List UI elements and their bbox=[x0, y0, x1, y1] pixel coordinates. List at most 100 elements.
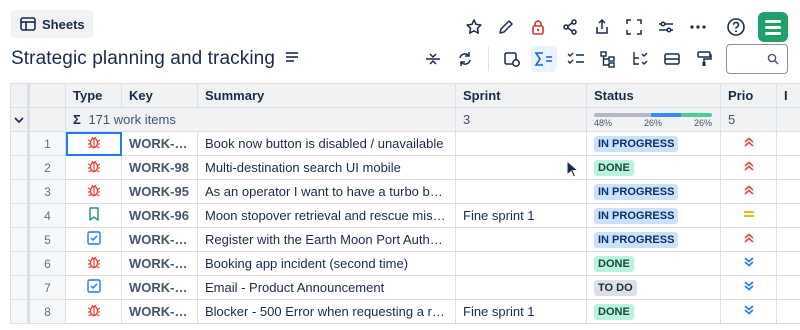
row-number[interactable]: 6 bbox=[28, 251, 66, 276]
row-number[interactable]: 5 bbox=[28, 227, 66, 252]
table-row[interactable]: 6 WORK-112 Booking app incident (second … bbox=[10, 251, 800, 276]
star-icon[interactable] bbox=[462, 15, 486, 39]
help-icon[interactable] bbox=[724, 15, 748, 39]
status-cell[interactable]: TO DO bbox=[586, 275, 721, 300]
settings-sliders-icon[interactable] bbox=[654, 15, 678, 39]
row-drag-handle[interactable] bbox=[10, 299, 30, 324]
sprint-cell[interactable]: Fine sprint 1 bbox=[455, 203, 587, 228]
column-header-status[interactable]: Status bbox=[586, 83, 721, 108]
key-cell[interactable]: WORK-106 bbox=[121, 131, 198, 156]
overflow-cell[interactable] bbox=[776, 179, 800, 204]
overflow-cell[interactable] bbox=[776, 251, 800, 276]
checklist-icon[interactable] bbox=[563, 46, 589, 72]
row-drag-handle[interactable] bbox=[10, 131, 30, 156]
status-cell[interactable]: IN PROGRESS bbox=[586, 179, 721, 204]
row-number[interactable]: 2 bbox=[28, 155, 66, 180]
lock-icon[interactable] bbox=[526, 15, 550, 39]
column-header-type[interactable]: Type bbox=[65, 83, 122, 108]
row-number[interactable]: 3 bbox=[28, 179, 66, 204]
summary-cell[interactable]: Moon stopover retrieval and rescue missi… bbox=[197, 203, 456, 228]
sprint-cell[interactable] bbox=[455, 251, 587, 276]
row-height-icon[interactable] bbox=[659, 46, 685, 72]
type-cell[interactable] bbox=[65, 131, 122, 156]
priority-cell[interactable] bbox=[720, 155, 777, 180]
key-cell[interactable]: WORK-98 bbox=[121, 155, 198, 180]
row-drag-handle[interactable] bbox=[10, 203, 30, 228]
column-header-key[interactable]: Key bbox=[121, 83, 198, 108]
format-painter-icon[interactable] bbox=[691, 46, 717, 72]
column-header-sprint[interactable]: Sprint bbox=[455, 83, 587, 108]
search-input[interactable] bbox=[726, 44, 788, 74]
key-cell[interactable]: WORK-113 bbox=[121, 227, 198, 252]
collapse-rows-icon[interactable] bbox=[420, 46, 446, 72]
table-row[interactable]: 3 WORK-95 As an operator I want to have … bbox=[10, 179, 800, 204]
table-row[interactable]: 8 WORK-103 Blocker - 500 Error when requ… bbox=[10, 299, 800, 324]
column-header-summary[interactable]: Summary bbox=[197, 83, 456, 108]
key-cell[interactable]: WORK-95 bbox=[121, 179, 198, 204]
sum-icon[interactable] bbox=[531, 46, 557, 72]
status-cell[interactable]: IN PROGRESS bbox=[586, 203, 721, 228]
status-cell[interactable]: IN PROGRESS bbox=[586, 227, 721, 252]
table-row[interactable]: 1 WORK-106 Book now button is disabled /… bbox=[10, 131, 800, 156]
expand-toggle[interactable] bbox=[10, 107, 30, 132]
row-number[interactable]: 8 bbox=[28, 299, 66, 324]
row-drag-handle[interactable] bbox=[10, 275, 30, 300]
hierarchy-icon[interactable] bbox=[595, 46, 621, 72]
key-cell[interactable]: WORK-103 bbox=[121, 299, 198, 324]
overflow-cell[interactable] bbox=[776, 227, 800, 252]
sprint-cell[interactable]: Fine sprint 1 bbox=[455, 299, 587, 324]
summary-cell[interactable]: Register with the Earth Moon Port Author… bbox=[197, 227, 456, 252]
summary-cell[interactable]: Multi-destination search UI mobile bbox=[197, 155, 456, 180]
row-drag-handle[interactable] bbox=[10, 227, 30, 252]
table-row[interactable]: 4 WORK-96 Moon stopover retrieval and re… bbox=[10, 203, 800, 228]
key-cell[interactable]: WORK-96 bbox=[121, 203, 198, 228]
type-cell[interactable] bbox=[65, 299, 122, 324]
type-cell[interactable] bbox=[65, 203, 122, 228]
sprint-cell[interactable] bbox=[455, 275, 587, 300]
overflow-cell[interactable] bbox=[776, 203, 800, 228]
priority-cell[interactable] bbox=[720, 251, 777, 276]
overflow-cell[interactable] bbox=[776, 299, 800, 324]
overflow-cell[interactable] bbox=[776, 131, 800, 156]
status-cell[interactable]: IN PROGRESS bbox=[586, 131, 721, 156]
status-cell[interactable]: DONE bbox=[586, 155, 721, 180]
summary-cell[interactable]: Blocker - 500 Error when requesting a re… bbox=[197, 299, 456, 324]
row-number[interactable]: 7 bbox=[28, 275, 66, 300]
type-cell[interactable] bbox=[65, 179, 122, 204]
status-cell[interactable]: DONE bbox=[586, 299, 721, 324]
column-header-priority[interactable]: Prio bbox=[720, 83, 777, 108]
priority-cell[interactable] bbox=[720, 227, 777, 252]
sprint-cell[interactable] bbox=[455, 131, 587, 156]
priority-cell[interactable] bbox=[720, 275, 777, 300]
app-logo[interactable] bbox=[758, 12, 788, 42]
type-cell[interactable] bbox=[65, 275, 122, 300]
row-drag-handle[interactable] bbox=[10, 155, 30, 180]
fullscreen-icon[interactable] bbox=[622, 15, 646, 39]
more-icon[interactable] bbox=[686, 15, 710, 39]
refresh-icon[interactable] bbox=[452, 46, 478, 72]
sort-hierarchy-icon[interactable] bbox=[627, 46, 653, 72]
priority-cell[interactable] bbox=[720, 299, 777, 324]
calendar-icon[interactable] bbox=[499, 46, 525, 72]
sheets-button[interactable]: Sheets bbox=[11, 10, 93, 38]
summary-cell[interactable]: As an operator I want to have a turbo bu… bbox=[197, 179, 456, 204]
key-cell[interactable]: WORK-104 bbox=[121, 275, 198, 300]
overflow-cell[interactable] bbox=[776, 275, 800, 300]
sprint-cell[interactable] bbox=[455, 179, 587, 204]
priority-cell[interactable] bbox=[720, 131, 777, 156]
row-number[interactable]: 1 bbox=[28, 131, 66, 156]
title-menu-icon[interactable] bbox=[285, 50, 299, 68]
summary-cell[interactable]: Email - Product Announcement bbox=[197, 275, 456, 300]
column-header-next[interactable]: I bbox=[776, 83, 800, 108]
table-row[interactable]: 2 WORK-98 Multi-destination search UI mo… bbox=[10, 155, 800, 180]
priority-cell[interactable] bbox=[720, 179, 777, 204]
share-icon[interactable] bbox=[558, 15, 582, 39]
status-cell[interactable]: DONE bbox=[586, 251, 721, 276]
key-cell[interactable]: WORK-112 bbox=[121, 251, 198, 276]
type-cell[interactable] bbox=[65, 227, 122, 252]
row-drag-handle[interactable] bbox=[10, 251, 30, 276]
overflow-cell[interactable] bbox=[776, 155, 800, 180]
priority-cell[interactable] bbox=[720, 203, 777, 228]
summary-cell[interactable]: Book now button is disabled / unavailabl… bbox=[197, 131, 456, 156]
type-cell[interactable] bbox=[65, 155, 122, 180]
